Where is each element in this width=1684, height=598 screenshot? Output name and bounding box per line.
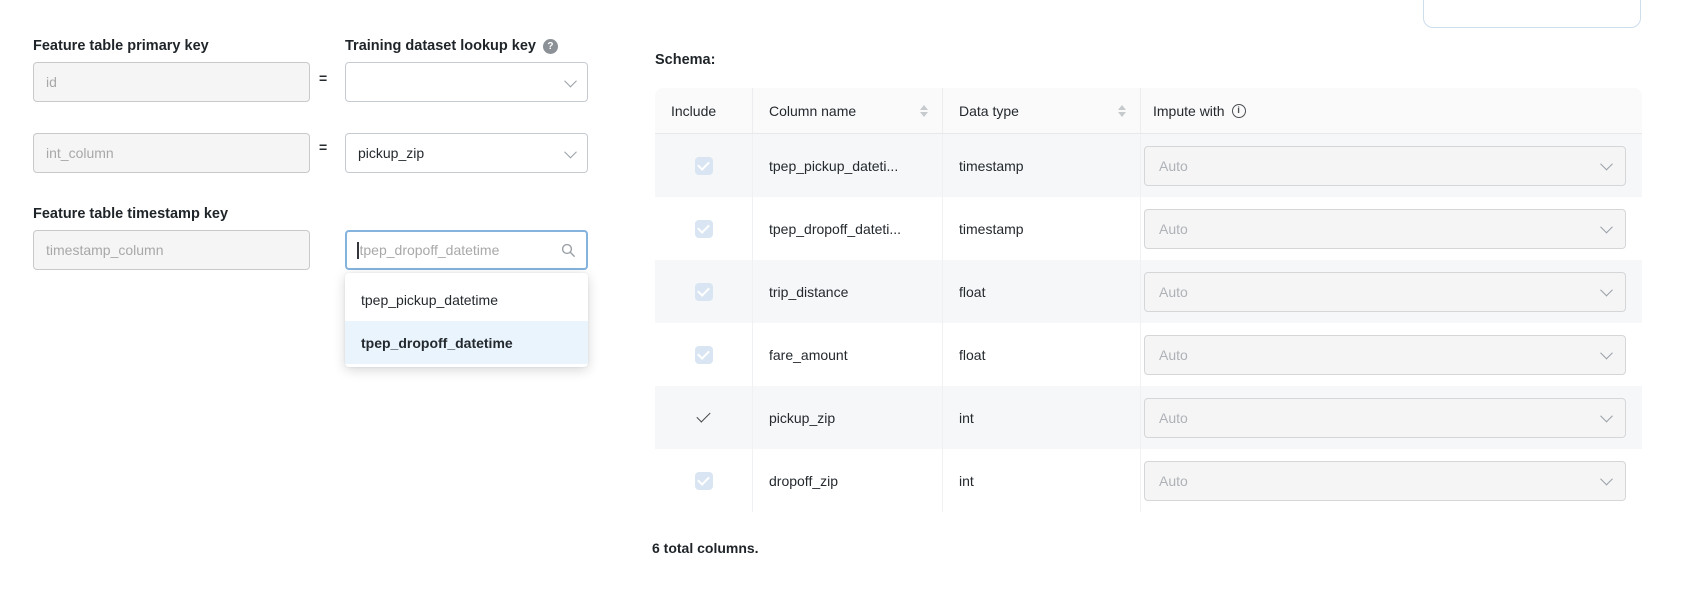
dropdown-option-dropoff-datetime[interactable]: tpep_dropoff_datetime	[345, 321, 588, 364]
dropdown-option-pickup-datetime[interactable]: tpep_pickup_datetime	[345, 278, 588, 321]
timestamp-lookup-search-input[interactable]: tpep_dropoff_datetime	[345, 230, 588, 270]
checkbox-checked-icon[interactable]	[695, 472, 713, 490]
schema-table: Include Column name Data type Impute wit…	[655, 88, 1642, 512]
timestamp-column-input: timestamp_column	[33, 230, 310, 270]
text-caret	[357, 242, 359, 259]
feature-lookup-screen: Feature table primary key Training datas…	[0, 0, 1684, 598]
header-include: Include	[655, 88, 753, 133]
column-name-cell: tpep_pickup_dateti...	[753, 134, 943, 197]
impute-cell: Auto	[1141, 323, 1642, 386]
schema-title: Schema:	[655, 52, 715, 68]
table-row: pickup_zip int Auto	[655, 386, 1642, 449]
chevron-down-icon	[1600, 158, 1613, 171]
lookup-key-label: Training dataset lookup key ?	[345, 38, 558, 54]
equals-sign: =	[319, 70, 327, 86]
include-cell[interactable]	[655, 323, 753, 386]
checkbox-checked-icon[interactable]	[695, 283, 713, 301]
timestamp-options-dropdown: tpep_pickup_datetime tpep_dropoff_dateti…	[345, 273, 588, 367]
column-name-cell: pickup_zip	[753, 386, 943, 449]
include-cell[interactable]	[655, 260, 753, 323]
impute-select: Auto	[1144, 335, 1626, 375]
chevron-down-icon	[564, 74, 577, 87]
primary-key-input: id	[33, 62, 310, 102]
chevron-down-icon	[1600, 347, 1613, 360]
primary-key-label: Feature table primary key	[33, 38, 209, 54]
table-row: tpep_dropoff_dateti... timestamp Auto	[655, 197, 1642, 260]
search-icon	[561, 243, 576, 258]
help-icon[interactable]: ?	[543, 39, 558, 54]
int-column-input: int_column	[33, 133, 310, 173]
pickup-zip-select[interactable]: pickup_zip	[345, 133, 588, 173]
column-name-cell: tpep_dropoff_dateti...	[753, 197, 943, 260]
column-name-cell: fare_amount	[753, 323, 943, 386]
table-row: fare_amount float Auto	[655, 323, 1642, 386]
table-row: dropoff_zip int Auto	[655, 449, 1642, 512]
data-type-cell: float	[943, 260, 1141, 323]
data-type-cell: int	[943, 386, 1141, 449]
chevron-down-icon	[1600, 410, 1613, 423]
impute-select: Auto	[1144, 146, 1626, 186]
equals-sign: =	[319, 139, 327, 155]
table-row: trip_distance float Auto	[655, 260, 1642, 323]
include-cell[interactable]	[655, 134, 753, 197]
info-icon[interactable]: i	[1232, 104, 1246, 118]
checkbox-checked-icon[interactable]	[695, 220, 713, 238]
sort-icon[interactable]	[920, 105, 928, 117]
impute-select: Auto	[1144, 398, 1626, 438]
table-row: tpep_pickup_dateti... timestamp Auto	[655, 134, 1642, 197]
checkbox-checked-icon[interactable]	[695, 346, 713, 364]
total-columns-text: 6 total columns.	[652, 540, 759, 556]
checkmark-icon	[696, 408, 710, 422]
impute-select: Auto	[1144, 209, 1626, 249]
chevron-down-icon	[564, 145, 577, 158]
include-cell[interactable]	[655, 449, 753, 512]
impute-cell: Auto	[1141, 134, 1642, 197]
header-column-name[interactable]: Column name	[753, 88, 943, 133]
timestamp-key-label: Feature table timestamp key	[33, 206, 228, 222]
impute-cell: Auto	[1141, 449, 1642, 512]
column-name-cell: dropoff_zip	[753, 449, 943, 512]
impute-cell: Auto	[1141, 197, 1642, 260]
include-cell	[655, 386, 753, 449]
schema-table-header: Include Column name Data type Impute wit…	[655, 88, 1642, 134]
impute-select: Auto	[1144, 461, 1626, 501]
include-cell[interactable]	[655, 197, 753, 260]
data-type-cell: timestamp	[943, 197, 1141, 260]
column-name-cell: trip_distance	[753, 260, 943, 323]
chevron-down-icon	[1600, 473, 1613, 486]
data-type-cell: float	[943, 323, 1141, 386]
sort-icon[interactable]	[1118, 105, 1126, 117]
data-type-cell: int	[943, 449, 1141, 512]
header-impute-with: Impute with i	[1141, 88, 1642, 133]
lookup-key-select[interactable]	[345, 62, 588, 102]
chevron-down-icon	[1600, 284, 1613, 297]
checkbox-checked-icon[interactable]	[695, 157, 713, 175]
chevron-down-icon	[1600, 221, 1613, 234]
impute-cell: Auto	[1141, 260, 1642, 323]
top-right-partial-button[interactable]	[1423, 0, 1641, 28]
data-type-cell: timestamp	[943, 134, 1141, 197]
impute-select: Auto	[1144, 272, 1626, 312]
header-data-type[interactable]: Data type	[943, 88, 1141, 133]
impute-cell: Auto	[1141, 386, 1642, 449]
